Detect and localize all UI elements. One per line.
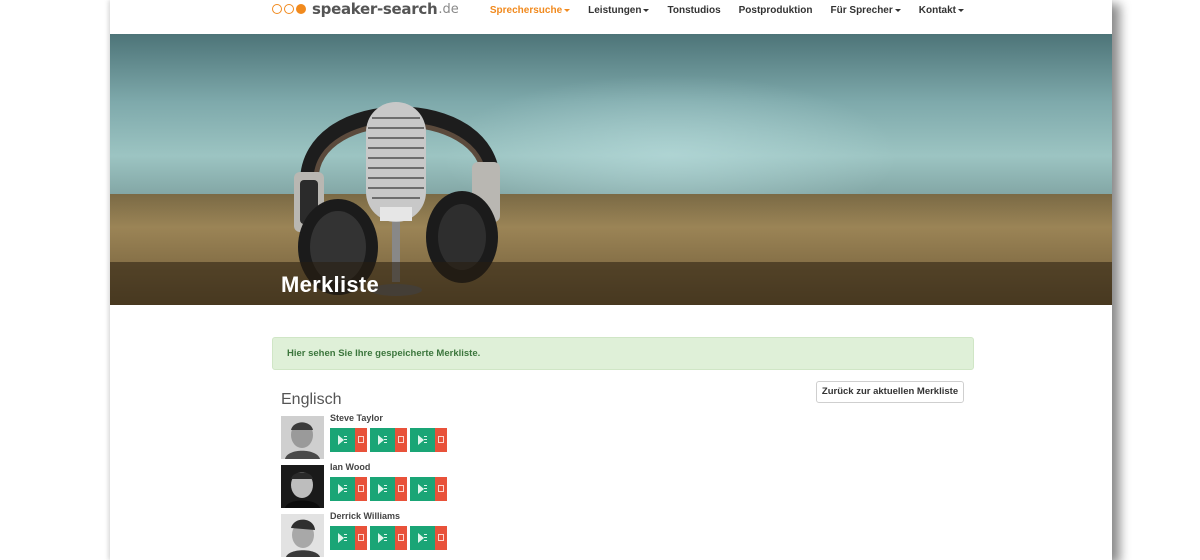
speaker-avatar[interactable] (281, 514, 324, 557)
sample-buttons (330, 526, 447, 550)
main-nav: Sprechersuche Leistungen Tonstudios Post… (481, 4, 973, 18)
download-sample-button[interactable] (435, 428, 447, 452)
logo-tld: .de (438, 1, 459, 17)
speaker-photo (281, 465, 324, 508)
play-sample-button[interactable] (330, 477, 355, 501)
sample-chip (370, 526, 407, 550)
equalizer-icon (384, 436, 387, 437)
download-sample-button[interactable] (355, 428, 367, 452)
nav-item-fuer-sprecher[interactable]: Für Sprecher (822, 4, 910, 18)
speaker-row: Steve Taylor (281, 413, 541, 460)
nav-item-leistungen[interactable]: Leistungen (579, 4, 658, 18)
hero-title-bar (110, 262, 1112, 305)
caret-down-icon (894, 8, 901, 12)
play-sample-button[interactable] (370, 526, 395, 550)
file-icon (438, 485, 444, 492)
sample-chip (370, 428, 407, 452)
equalizer-icon (384, 534, 387, 535)
site-header: speaker-search .de Sprechersuche Leistun… (110, 0, 1112, 34)
sample-chip (330, 428, 367, 452)
play-sample-button[interactable] (330, 428, 355, 452)
nav-label: Leistungen (588, 5, 642, 16)
hero-banner: Merkliste (110, 34, 1112, 305)
equalizer-icon (344, 436, 347, 437)
download-sample-button[interactable] (435, 526, 447, 550)
logo[interactable]: speaker-search .de (272, 0, 459, 18)
caret-down-icon (958, 8, 964, 12)
equalizer-icon (344, 485, 347, 486)
sample-buttons (330, 477, 447, 501)
equalizer-icon (424, 534, 427, 535)
download-sample-button[interactable] (355, 477, 367, 501)
nav-item-sprechersuche[interactable]: Sprechersuche (481, 4, 579, 18)
sample-buttons (330, 428, 447, 452)
equalizer-icon (384, 485, 387, 486)
file-icon (398, 485, 404, 492)
file-icon (358, 534, 364, 541)
nav-label: Für Sprecher (830, 5, 893, 16)
download-sample-button[interactable] (435, 477, 447, 501)
logo-dot-icon (296, 4, 306, 14)
logo-ring-icon (284, 4, 294, 14)
sample-chip (330, 477, 367, 501)
download-sample-button[interactable] (395, 526, 407, 550)
back-to-current-list-button[interactable]: Zurück zur aktuellen Merkliste (816, 381, 964, 403)
speaker-photo (281, 514, 324, 557)
nav-label: Postproduktion (738, 5, 813, 16)
file-icon (438, 534, 444, 541)
download-sample-button[interactable] (395, 477, 407, 501)
sample-chip (330, 526, 367, 550)
play-sample-button[interactable] (330, 526, 355, 550)
file-icon (398, 534, 404, 541)
play-sample-button[interactable] (410, 477, 435, 501)
nav-item-postproduktion[interactable]: Postproduktion (730, 4, 822, 18)
nav-label: Tonstudios (667, 5, 721, 16)
play-sample-button[interactable] (370, 428, 395, 452)
speaker-name[interactable]: Steve Taylor (330, 413, 383, 423)
page-title: Merkliste (281, 272, 380, 297)
sample-chip (410, 428, 447, 452)
equalizer-icon (424, 485, 427, 486)
equalizer-icon (344, 534, 347, 535)
caret-down-icon (643, 8, 650, 12)
file-icon (438, 436, 444, 443)
speaker-avatar[interactable] (281, 465, 324, 508)
sample-chip (370, 477, 407, 501)
speaker-row: Derrick Williams (281, 511, 541, 558)
file-icon (398, 436, 404, 443)
play-sample-button[interactable] (410, 526, 435, 550)
play-sample-button[interactable] (370, 477, 395, 501)
section-title: Englisch (281, 391, 342, 408)
sample-chip (410, 526, 447, 550)
alert-text: Hier sehen Sie Ihre gespeicherte Merklis… (287, 348, 481, 359)
sample-chip (410, 477, 447, 501)
speaker-photo (281, 416, 324, 459)
info-alert: Hier sehen Sie Ihre gespeicherte Merklis… (272, 337, 974, 370)
file-icon (358, 485, 364, 492)
speaker-name[interactable]: Derrick Williams (330, 511, 400, 521)
speaker-avatar[interactable] (281, 416, 324, 459)
file-icon (358, 436, 364, 443)
nav-item-tonstudios[interactable]: Tonstudios (658, 4, 729, 18)
download-sample-button[interactable] (395, 428, 407, 452)
logo-ring-icon (272, 4, 282, 14)
speaker-name[interactable]: Ian Wood (330, 462, 370, 472)
caret-down-icon (564, 8, 571, 12)
nav-label: Kontakt (918, 5, 956, 16)
download-sample-button[interactable] (355, 526, 367, 550)
logo-name: speaker-search (312, 0, 438, 18)
play-sample-button[interactable] (410, 428, 435, 452)
speaker-row: Ian Wood (281, 462, 541, 509)
nav-label: Sprechersuche (489, 5, 563, 16)
page: speaker-search .de Sprechersuche Leistun… (110, 0, 1112, 560)
nav-item-kontakt[interactable]: Kontakt (910, 4, 973, 18)
equalizer-icon (424, 436, 427, 437)
